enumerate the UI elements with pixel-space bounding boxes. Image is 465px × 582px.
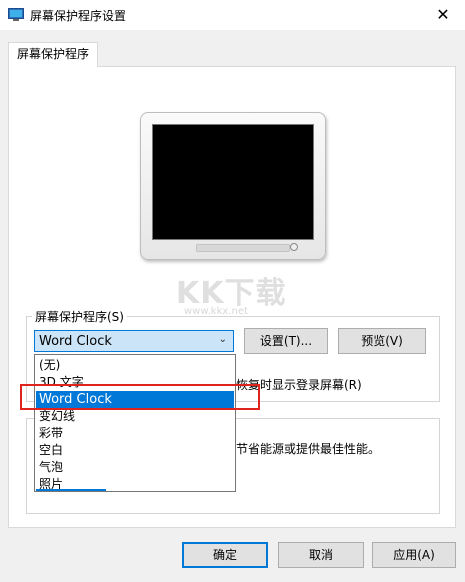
dropdown-item-mystify[interactable]: 变幻线 [36,408,234,425]
monitor-screen [152,124,314,240]
chevron-down-icon: ⌄ [218,334,227,345]
screensaver-dropdown-list[interactable]: (无) 3D 文字 Word Clock 变幻线 彩带 空白 气泡 照片 [34,354,236,492]
dropdown-item-blank[interactable]: 空白 [36,442,234,459]
preview-button[interactable]: 预览(V) [338,328,426,354]
dropdown-item-bubbles[interactable]: 气泡 [36,459,234,476]
screensaver-combo[interactable]: Word Clock ⌄ [34,330,234,352]
close-icon[interactable]: ✕ [421,0,465,30]
monitor-preview [140,112,326,264]
monitor-power-led [290,243,298,251]
power-description: 节省能源或提供最佳性能。 [236,442,381,456]
ok-button[interactable]: 确定 [182,542,268,568]
cancel-button[interactable]: 取消 [278,542,364,568]
window-title: 屏幕保护程序设置 [30,9,127,23]
combo-selected-value: Word Clock [39,334,112,349]
screensaver-group-label: 屏幕保护程序(S) [32,308,127,325]
screensaver-app-icon [8,8,24,21]
monitor-slot [196,244,290,252]
settings-button[interactable]: 设置(T)... [244,328,328,354]
apply-button[interactable]: 应用(A) [372,542,456,568]
tab-screensaver[interactable]: 屏幕保护程序 [8,42,98,67]
annotation-highlight [20,384,260,410]
dropdown-item-ribbons[interactable]: 彩带 [36,425,234,442]
dropdown-scroll-remnant [36,489,106,491]
title-bar: 屏幕保护程序设置 ✕ [0,0,465,30]
dropdown-item-none[interactable]: (无) [36,357,234,374]
